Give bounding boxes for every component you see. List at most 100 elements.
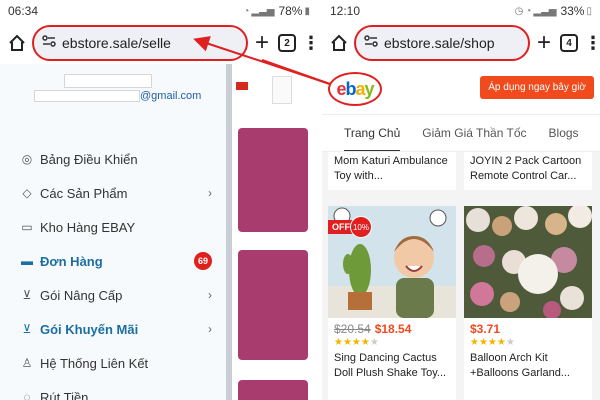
- rating-stars: ★★★★★: [470, 337, 515, 348]
- orders-icon: ▬: [21, 254, 33, 268]
- product-image: [464, 206, 592, 318]
- drawer-item[interactable]: ♙ Hệ Thống Liên Kết: [0, 346, 226, 380]
- dashboard-icon: ◎: [21, 152, 33, 166]
- background-card: [238, 380, 308, 400]
- tab-blogs[interactable]: Blogs: [549, 115, 579, 151]
- comparison-screenshot: 06:34 ◔ ▂▃▅ 78% ▮ ebstore.sale/selle + 2…: [0, 0, 600, 400]
- chevron-right-icon: ›: [208, 186, 212, 200]
- count-badge: 69: [194, 252, 212, 270]
- promo-icon: ⊻: [22, 322, 32, 336]
- site-header: ebay Áp dụng ngay bây giờ: [322, 64, 600, 114]
- signal-icon: ▂▃▅: [533, 5, 557, 17]
- product-card[interactable]: OFF 10% $20.54 $18.54 ★★★★★ Sing Dancing …: [328, 206, 456, 400]
- sale-price: $18.54: [374, 322, 412, 336]
- new-tab-icon[interactable]: +: [534, 31, 554, 55]
- drawer-item-label: Bảng Điều Khiển: [40, 151, 138, 167]
- rating-stars: ★★★★★: [334, 337, 379, 348]
- url-text: ebstore.sale/selle: [62, 35, 171, 51]
- email-suffix: @gmail.com: [140, 90, 202, 102]
- right-page: ebay Áp dụng ngay bây giờ Trang Chủ Giảm…: [322, 64, 600, 400]
- ebay-logo[interactable]: ebay: [328, 72, 382, 106]
- original-price: $20.54: [334, 322, 371, 336]
- drawer-item[interactable]: ⊻ Gói Khuyến Mãi ›: [0, 312, 226, 346]
- alarm-icon: ◷: [514, 5, 524, 17]
- drawer-item[interactable]: ◎ Bảng Điều Khiển: [0, 142, 226, 176]
- product-title: Balloon Arch Kit +Balloons Garland...: [470, 352, 570, 379]
- apply-now-button[interactable]: Áp dụng ngay bây giờ: [480, 76, 594, 99]
- browser-toolbar: ebstore.sale/selle + 2 ⋮: [0, 22, 318, 64]
- url-field[interactable]: ebstore.sale/shop: [354, 25, 530, 61]
- site-settings-icon[interactable]: [42, 34, 56, 52]
- account-email: @gmail.com: [34, 90, 202, 103]
- drawer-item-label: Đơn Hàng: [40, 253, 103, 269]
- product-title: JOYIN 2 Pack Cartoon Remote Control Car.…: [470, 155, 582, 182]
- right-phone: 12:10 ◷ ◔ ▂▃▅ 33% ▯ ebstore.sale/shop + …: [322, 0, 600, 400]
- battery-icon: ▮: [304, 5, 310, 17]
- browser-toolbar: ebstore.sale/shop + 4 ⋮: [322, 22, 600, 64]
- new-tab-icon[interactable]: +: [252, 31, 272, 55]
- status-time: 06:34: [8, 4, 39, 18]
- avatar: [272, 76, 292, 104]
- drawer-item-label: Các Sản Phẩm: [40, 185, 128, 201]
- tab-count-button[interactable]: 2: [278, 34, 296, 52]
- product-card[interactable]: $3.71 ★★★★★ Balloon Arch Kit +Balloons G…: [464, 206, 592, 400]
- left-page: @gmail.com ◎ Bảng Điều Khiển ◇ Các Sản Phẩm…: [0, 64, 318, 400]
- chevron-right-icon: ›: [208, 288, 212, 302]
- tab-count-button[interactable]: 4: [560, 34, 578, 52]
- withdraw-icon: ◌: [23, 390, 31, 400]
- site-settings-icon[interactable]: [364, 34, 378, 52]
- wifi-icon: ◔: [525, 5, 532, 17]
- status-bar: 06:34 ◔ ▂▃▅ 78% ▮: [0, 0, 318, 22]
- drawer-item[interactable]: ▬ Đơn Hàng 69: [0, 244, 226, 278]
- email-redacted: [34, 90, 140, 103]
- more-menu-icon[interactable]: ⋮: [584, 33, 600, 54]
- drawer-item-label: Kho Hàng EBAY: [40, 219, 136, 235]
- products-icon: ◇: [22, 186, 32, 200]
- battery-level: 33%: [560, 4, 585, 18]
- chevron-right-icon: ›: [208, 322, 212, 336]
- more-menu-icon[interactable]: ⋮: [302, 33, 318, 54]
- sale-price: $3.71: [470, 322, 501, 336]
- signal-icons: ◷ ◔ ▂▃▅ 33% ▯: [515, 4, 592, 18]
- nav-drawer: @gmail.com ◎ Bảng Điều Khiển ◇ Các Sản Phẩm…: [0, 64, 232, 400]
- url-field[interactable]: ebstore.sale/selle: [32, 25, 248, 61]
- drawer-item[interactable]: ◇ Các Sản Phẩm ›: [0, 176, 226, 210]
- tab-flash-sale[interactable]: Giảm Giá Thần Tốc: [422, 115, 526, 151]
- affiliate-icon: ♙: [21, 356, 33, 370]
- home-icon[interactable]: [328, 32, 350, 54]
- tab-home[interactable]: Trang Chủ: [344, 115, 401, 151]
- product-title: Mom Katuri Ambulance Toy with...: [334, 155, 448, 182]
- background-card: [238, 128, 308, 232]
- url-text: ebstore.sale/shop: [384, 35, 495, 51]
- battery-level: 78%: [278, 4, 303, 18]
- signal-icons: ◔ ▂▃▅ 78% ▮: [243, 4, 310, 18]
- discount-percent: 10%: [350, 216, 372, 238]
- product-price: $3.71: [464, 318, 592, 336]
- cart-icon: ⊻: [22, 288, 32, 302]
- drawer-item-label: Rút Tiền: [40, 389, 89, 400]
- drawer-item[interactable]: ◌ Rút Tiền: [0, 380, 226, 400]
- background-page: [232, 64, 318, 400]
- product-title: Sing Dancing Cactus Doll Plush Shake Toy…: [334, 352, 447, 379]
- product-price: $20.54 $18.54: [328, 318, 456, 336]
- status-time: 12:10: [330, 4, 361, 18]
- battery-icon: ▯: [586, 5, 592, 17]
- drawer-item-label: Hệ Thống Liên Kết: [40, 355, 149, 371]
- status-bar: 12:10 ◷ ◔ ▂▃▅ 33% ▯: [322, 0, 600, 22]
- product-card[interactable]: JOYIN 2 Pack Cartoon Remote Control Car.…: [464, 152, 592, 190]
- product-grid: Mom Katuri Ambulance Toy with... JOYIN 2…: [322, 152, 600, 400]
- drawer-item[interactable]: ▭ Kho Hàng EBAY: [0, 210, 226, 244]
- drawer-menu: ◎ Bảng Điều Khiển ◇ Các Sản Phẩm › ▭ Kho Hàng …: [0, 142, 226, 400]
- nav-tabs: Trang Chủ Giảm Giá Thần Tốc Blogs: [322, 114, 600, 152]
- product-image: OFF 10%: [328, 206, 456, 318]
- account-name-redacted: [64, 74, 152, 88]
- drawer-item-label: Gói Nâng Cấp: [40, 287, 123, 303]
- warehouse-icon: ▭: [21, 220, 33, 234]
- drawer-item-label: Gói Khuyến Mãi: [40, 321, 139, 337]
- home-icon[interactable]: [6, 32, 28, 54]
- left-phone: 06:34 ◔ ▂▃▅ 78% ▮ ebstore.sale/selle + 2…: [0, 0, 318, 400]
- product-card[interactable]: Mom Katuri Ambulance Toy with...: [328, 152, 456, 190]
- background-card: [238, 250, 308, 360]
- wifi-icon: ◔: [243, 5, 250, 17]
- drawer-item[interactable]: ⊻ Gói Nâng Cấp ›: [0, 278, 226, 312]
